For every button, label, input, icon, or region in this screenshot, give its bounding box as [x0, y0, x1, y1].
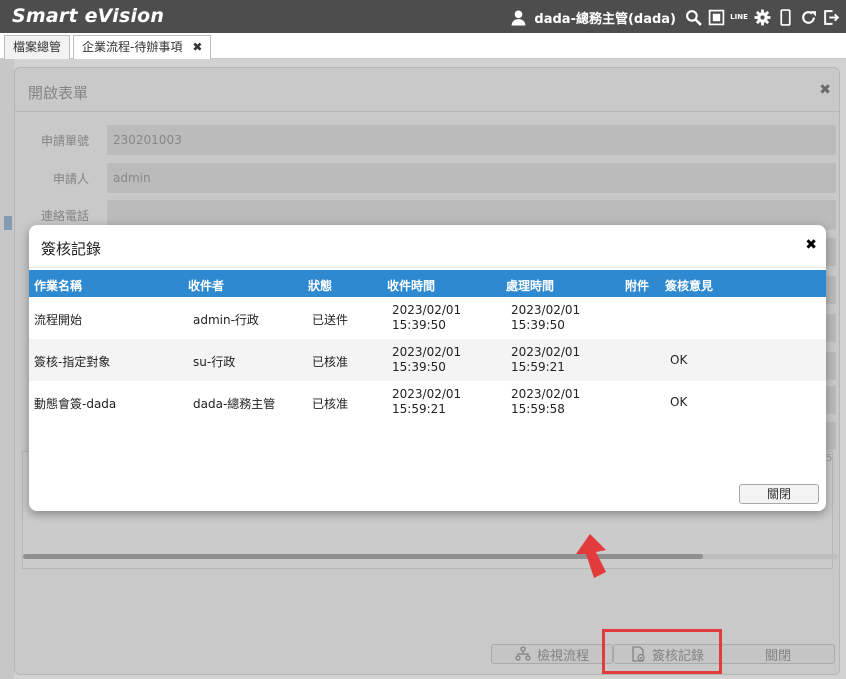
user-icon: [509, 8, 527, 26]
column-header: 簽核意見: [665, 279, 714, 293]
tab-workflow-todo[interactable]: 企業流程-待辦事項 ✖: [73, 35, 212, 59]
sign-record-table: 作業名稱 收件者 狀態 收件時間 處理時間 附件 簽核意見 流程開始 admin…: [29, 270, 826, 423]
column-header: 收件時間: [387, 279, 436, 293]
gear-icon[interactable]: [753, 8, 771, 26]
table-row[interactable]: 流程開始 admin-行政 已送件 2023/02/01 15:39:50 202…: [29, 297, 826, 339]
tab-bar: 檔案總管 企業流程-待辦事項 ✖: [0, 33, 846, 59]
mobile-icon[interactable]: [776, 8, 794, 26]
annotation-arrow-icon: [576, 534, 606, 578]
column-header: 狀態: [308, 279, 333, 293]
top-bar: Smart eVision dada-總務主管(dada) LINE: [0, 0, 846, 33]
tab-file-manager[interactable]: 檔案總管: [4, 35, 71, 59]
line-notify-icon[interactable]: LINE: [730, 8, 748, 26]
fullscreen-icon[interactable]: [707, 8, 725, 26]
column-header: 處理時間: [506, 279, 555, 293]
close-icon[interactable]: ✖: [192, 40, 202, 54]
modal-title: 簽核記錄: [41, 240, 102, 258]
column-header: 作業名稱: [34, 279, 83, 293]
logout-icon[interactable]: [822, 8, 840, 26]
search-icon[interactable]: [684, 8, 702, 26]
column-header: 附件: [625, 279, 650, 293]
modal-close-button[interactable]: 關閉: [739, 484, 819, 504]
app-title: Smart eVision: [12, 5, 165, 27]
table-row[interactable]: 動態會簽-dada dada-總務主管 已核准 2023/02/01 15:59:…: [29, 381, 826, 423]
column-header: 收件者: [188, 279, 225, 293]
close-icon[interactable]: ✖: [805, 237, 817, 253]
refresh-icon[interactable]: [799, 8, 817, 26]
annotation-highlight-box: [602, 629, 722, 674]
table-row[interactable]: 簽核-指定對象 su-行政 已核准 2023/02/01 15:39:50 202…: [29, 339, 826, 381]
topbar-actions: dada-總務主管(dada) LINE: [509, 6, 840, 28]
sign-record-modal: 簽核記錄 ✖ 作業名稱 收件者 狀態 收件時間 處理時間 附件 簽核意見 流程開…: [29, 225, 826, 511]
table-header: 作業名稱 收件者 狀態 收件時間 處理時間 附件 簽核意見: [29, 270, 826, 297]
user-name[interactable]: dada-總務主管(dada): [534, 8, 676, 27]
